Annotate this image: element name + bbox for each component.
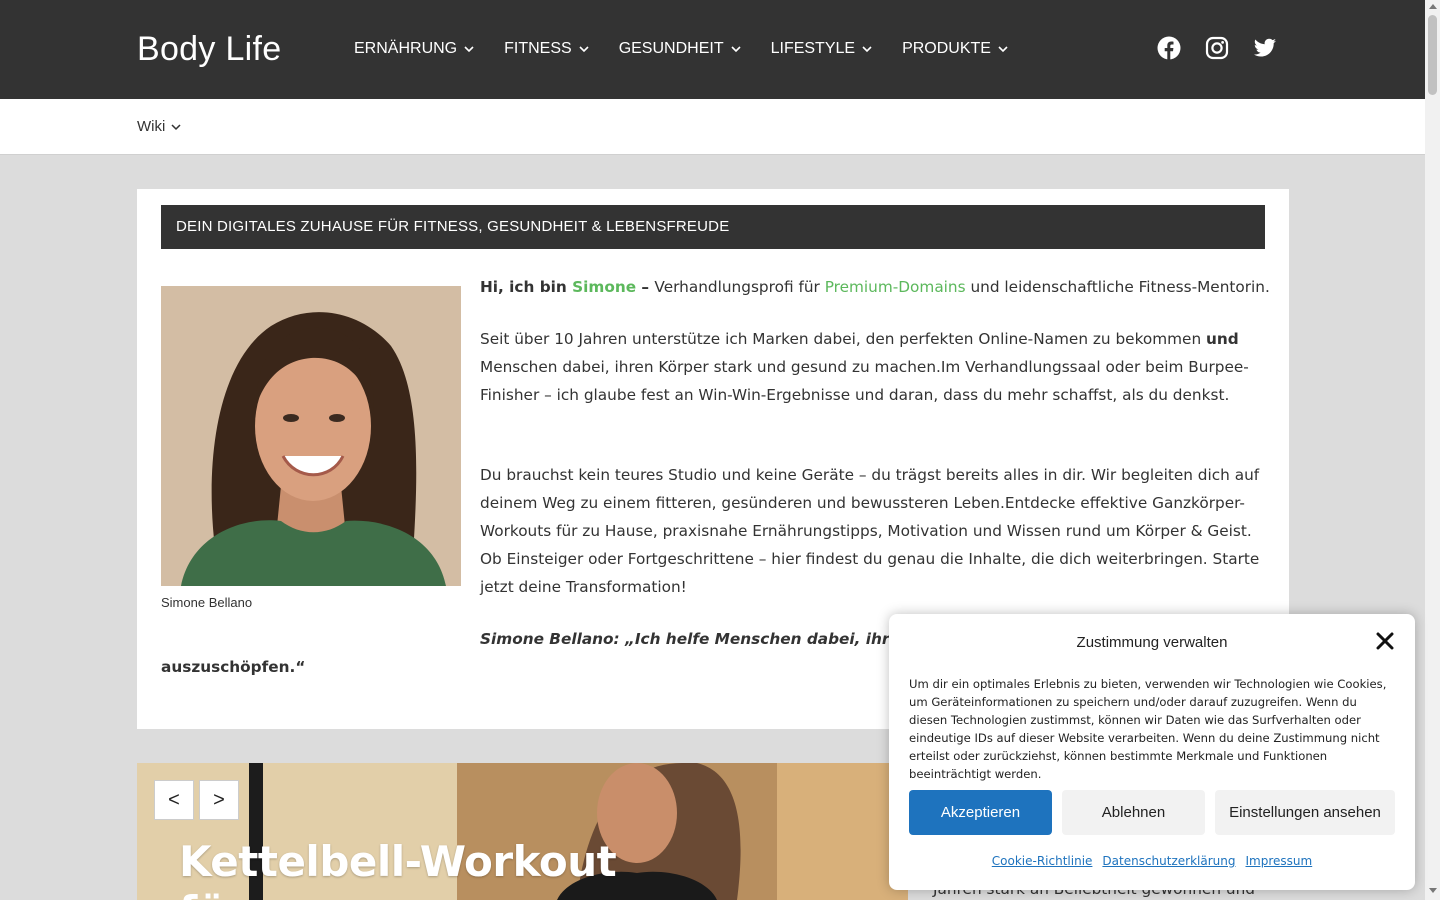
cookie-dialog-title: Zustimmung verwalten: [1076, 634, 1228, 651]
scroll-down-arrow-icon[interactable]: [1429, 888, 1437, 893]
quote-line-2: auszuschöpfen.“: [161, 658, 306, 676]
intro-text: Hi, ich bin: [480, 278, 573, 296]
close-icon[interactable]: [1376, 632, 1394, 650]
chevron-down-icon: [464, 46, 474, 53]
twitter-icon[interactable]: [1253, 36, 1277, 60]
view-preferences-button[interactable]: Einstellungen ansehen: [1215, 790, 1395, 835]
premium-domains-link[interactable]: Premium-Domains: [825, 278, 966, 296]
scroll-thumb[interactable]: [1428, 15, 1437, 95]
profile-photo: [161, 286, 461, 586]
scroll-up-arrow-icon[interactable]: [1429, 4, 1437, 9]
mission-paragraph: Du brauchst kein teures Studio und keine…: [480, 466, 1260, 596]
chevron-down-icon: [998, 46, 1008, 53]
intro-end: und leidenschaftliche Fitness-Mentorin.: [965, 278, 1270, 296]
nav-item-label: Wiki: [137, 118, 166, 135]
experience-text-b: Menschen dabei, ihren Körper stark und g…: [480, 358, 1249, 404]
featured-slider: < > Kettelbell-Workout für zu: [137, 763, 908, 900]
slider-prev-button[interactable]: <: [154, 780, 194, 820]
imprint-link[interactable]: Impressum: [1246, 854, 1313, 868]
quote-line-1: Simone Bellano: „Ich helfe Menschen dabe…: [480, 630, 951, 648]
tagline-banner: DEIN DIGITALES ZUHAUSE FÜR FITNESS, GESU…: [161, 205, 1265, 249]
nav-item-label: FITNESS: [504, 40, 572, 57]
nav-item-label: GESUNDHEIT: [618, 40, 724, 57]
chevron-down-icon: [731, 46, 741, 53]
main-nav: ERNÄHRUNG FITNESS GESUNDHEIT LIFESTYLE P…: [354, 38, 1038, 60]
intro-paragraph: Hi, ich bin Simone – Verhandlungsprofi f…: [480, 273, 1270, 301]
secondary-nav: Wiki: [0, 99, 1425, 155]
page-scrollbar[interactable]: [1425, 0, 1440, 900]
nav-item-lifestyle[interactable]: LIFESTYLE: [771, 38, 872, 60]
nav-item-fitness[interactable]: FITNESS: [504, 38, 589, 60]
privacy-policy-link[interactable]: Datenschutzerklärung: [1102, 854, 1235, 868]
experience-bold: und: [1206, 330, 1239, 348]
cookie-policy-link[interactable]: Cookie-Richtlinie: [992, 854, 1093, 868]
chevron-down-icon: [579, 46, 589, 53]
photo-caption: Simone Bellano: [161, 595, 253, 610]
nav-item-wiki[interactable]: Wiki: [137, 118, 181, 135]
site-header: Body Life ERNÄHRUNG FITNESS GESUNDHEIT L…: [0, 0, 1425, 99]
deny-button[interactable]: Ablehnen: [1062, 790, 1205, 835]
chevron-down-icon: [171, 123, 181, 130]
nav-item-produkte[interactable]: PRODUKTE: [902, 38, 1008, 60]
intro-mid: Verhandlungsprofi für: [654, 278, 825, 296]
cookie-dialog-links: Cookie-Richtlinie Datenschutzerklärung I…: [889, 854, 1415, 868]
cookie-dialog-text: Um dir ein optimales Erlebnis zu bieten,…: [909, 677, 1387, 781]
experience-paragraph: Seit über 10 Jahren unterstütze ich Mark…: [480, 325, 1270, 409]
author-name-link[interactable]: Simone: [572, 278, 636, 296]
intro-dash: –: [636, 278, 655, 296]
site-logo[interactable]: Body Life: [137, 30, 281, 69]
nav-item-label: PRODUKTE: [902, 40, 991, 57]
nav-item-ernaehrung[interactable]: ERNÄHRUNG: [354, 38, 474, 60]
nav-item-gesundheit[interactable]: GESUNDHEIT: [619, 38, 741, 60]
accept-button[interactable]: Akzeptieren: [909, 790, 1052, 835]
slide-title-line-2[interactable]: für zu: [179, 887, 317, 900]
experience-text-a: Seit über 10 Jahren unterstütze ich Mark…: [480, 330, 1207, 348]
nav-item-label: LIFESTYLE: [770, 40, 856, 57]
cookie-consent-dialog: Zustimmung verwalten Um dir ein optimale…: [889, 614, 1415, 890]
social-links: [1157, 36, 1277, 60]
nav-item-label: ERNÄHRUNG: [354, 40, 458, 57]
instagram-icon[interactable]: [1205, 36, 1229, 60]
facebook-icon[interactable]: [1157, 36, 1181, 60]
chevron-down-icon: [862, 46, 872, 53]
slider-next-button[interactable]: >: [199, 780, 239, 820]
slide-title[interactable]: Kettelbell-Workout: [179, 837, 617, 886]
